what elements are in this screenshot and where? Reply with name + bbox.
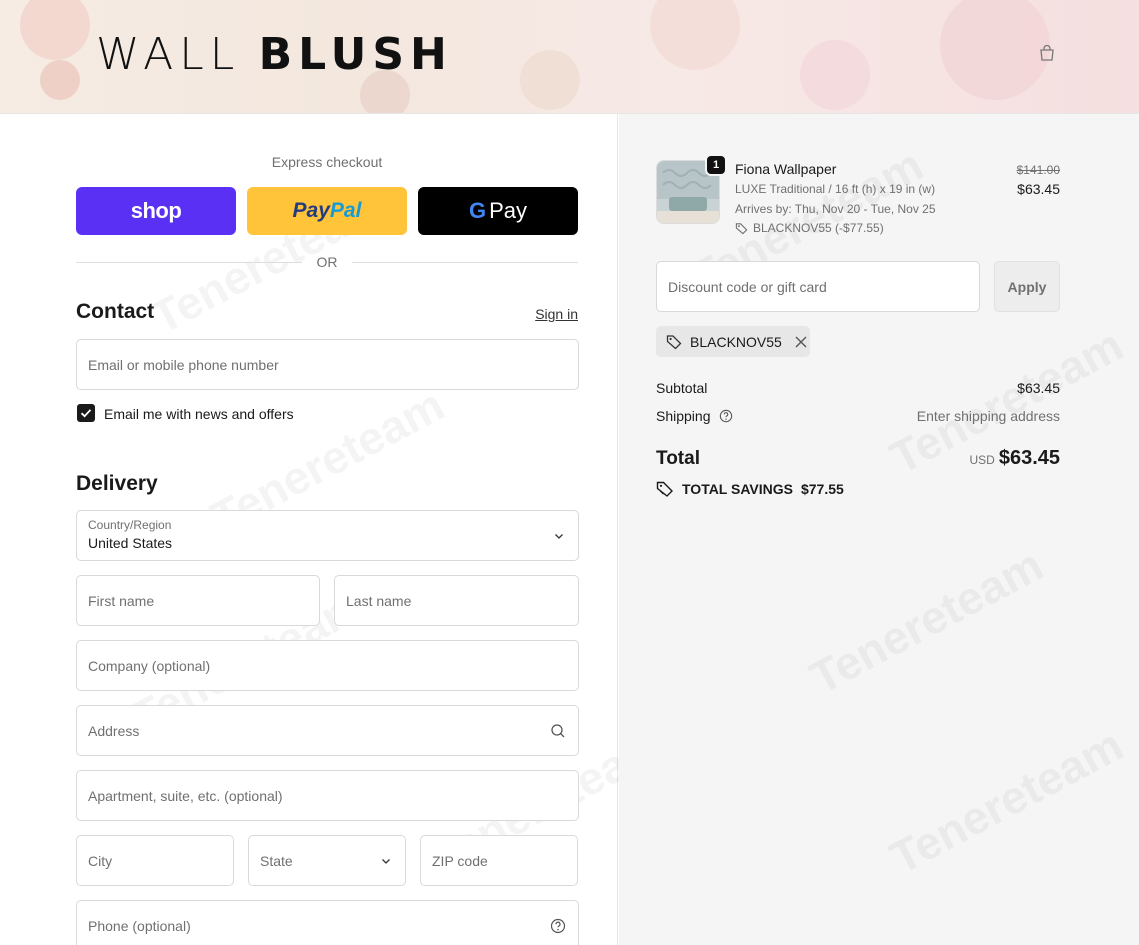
floral-decoration: [20, 0, 90, 60]
item-discount: BLACKNOV55 (-$77.55): [735, 221, 884, 235]
address-placeholder: Address: [88, 722, 140, 739]
city-placeholder: City: [88, 852, 113, 869]
total-savings: TOTAL SAVINGS $77.55: [656, 480, 844, 498]
currency-code: USD: [969, 453, 995, 467]
last-name-field[interactable]: Last name: [334, 575, 579, 626]
first-name-field[interactable]: First name: [76, 575, 320, 626]
zip-placeholder: ZIP code: [432, 852, 488, 869]
shipping-value: Enter shipping address: [916, 408, 1060, 424]
discount-placeholder: Discount code or gift card: [668, 278, 827, 295]
phone-field[interactable]: Phone (optional): [76, 900, 579, 945]
address-field[interactable]: Address: [76, 705, 579, 756]
state-placeholder: State: [260, 852, 293, 869]
watermark: Tenereteam: [801, 537, 1051, 704]
country-label: Country/Region: [88, 518, 172, 532]
shop-pay-button[interactable]: shop: [76, 187, 236, 235]
total-value: $63.45: [998, 447, 1060, 469]
discount-code-input[interactable]: Discount code or gift card: [656, 261, 980, 312]
email-field[interactable]: Email or mobile phone number: [76, 339, 579, 390]
shipping-label: Shipping: [656, 408, 711, 424]
product-price: $63.45: [1017, 181, 1060, 197]
apply-button[interactable]: Apply: [994, 261, 1060, 312]
google-pay-label: Pay: [489, 198, 528, 223]
total-amount: USD $63.45: [860, 447, 1060, 470]
brand-logo[interactable]: WALL BLUSH: [96, 28, 453, 81]
item-discount-text: BLACKNOV55 (-$77.55): [753, 221, 884, 235]
product-name: Fiona Wallpaper: [735, 161, 837, 177]
order-summary: Tenereteam Tenereteam Tenereteam Teneret…: [619, 114, 1139, 945]
country-value: United States: [88, 535, 173, 551]
paypal-button[interactable]: Pay Pal: [247, 187, 407, 235]
first-name-placeholder: First name: [88, 592, 155, 609]
apartment-field[interactable]: Apartment, suite, etc. (optional): [76, 770, 579, 821]
google-pay-button[interactable]: G Pay: [418, 187, 578, 235]
email-placeholder: Email or mobile phone number: [88, 356, 279, 373]
shop-pay-label: shop: [130, 198, 182, 223]
state-select[interactable]: State: [248, 835, 406, 886]
newsletter-checkbox[interactable]: [77, 404, 95, 422]
company-placeholder: Company (optional): [88, 657, 211, 674]
chevron-down-icon: [382, 859, 390, 864]
tag-icon: [656, 481, 673, 497]
watermark: Tenereteam: [881, 717, 1131, 884]
tag-icon: [666, 334, 682, 349]
help-circle-icon[interactable]: [719, 409, 733, 423]
subtotal-value: $63.45: [1017, 380, 1060, 396]
apartment-placeholder: Apartment, suite, etc. (optional): [88, 787, 283, 804]
paypal-label-part1: Pay: [292, 199, 330, 222]
chevron-down-icon: [555, 534, 563, 539]
total-label: Total: [656, 448, 700, 469]
or-divider: OR: [76, 253, 578, 273]
contact-title: Contact: [76, 300, 155, 323]
arrival-estimate: Arrives by: Thu, Nov 20 - Tue, Nov 25: [735, 202, 936, 216]
floral-decoration: [800, 40, 870, 110]
floral-decoration: [520, 50, 580, 110]
subtotal-label: Subtotal: [656, 380, 708, 396]
last-name-placeholder: Last name: [346, 592, 412, 609]
sign-in-link[interactable]: Sign in: [510, 306, 578, 322]
shipping-row: Shipping: [656, 408, 733, 424]
check-icon: [80, 409, 92, 418]
applied-discount-chip: BLACKNOV55: [656, 326, 810, 357]
zip-field[interactable]: ZIP code: [420, 835, 578, 886]
country-select[interactable]: Country/Region United States: [76, 510, 579, 561]
logo-bold-text: BLUSH: [258, 29, 453, 80]
logo-thin-text: WALL: [96, 29, 241, 80]
google-g-icon: G: [468, 198, 487, 223]
savings-value: $77.55: [800, 481, 844, 497]
or-label: OR: [316, 254, 338, 270]
bag-icon[interactable]: [1038, 44, 1056, 62]
product-variant: LUXE Traditional / 16 ft (h) x 19 in (w): [735, 182, 936, 196]
express-checkout-label: Express checkout: [271, 154, 383, 170]
delivery-title: Delivery: [76, 472, 158, 495]
city-field[interactable]: City: [76, 835, 234, 886]
paypal-label-part2: Pal: [329, 199, 362, 222]
close-icon[interactable]: [794, 335, 808, 349]
applied-discount-code: BLACKNOV55: [690, 333, 782, 350]
newsletter-label: Email me with news and offers: [104, 406, 294, 422]
savings-label: TOTAL SAVINGS: [682, 481, 793, 497]
help-circle-icon[interactable]: [550, 918, 566, 934]
checkout-form: Tenereteam Tenereteam Tenereteam Teneret…: [0, 114, 672, 945]
floral-decoration: [940, 0, 1050, 100]
quantity-badge: 1: [705, 154, 727, 176]
floral-decoration: [40, 60, 80, 100]
tag-icon: [735, 222, 748, 234]
original-price: $141.00: [1016, 163, 1060, 177]
company-field[interactable]: Company (optional): [76, 640, 579, 691]
phone-placeholder: Phone (optional): [88, 917, 191, 934]
header: WALL BLUSH: [0, 0, 1139, 114]
search-icon[interactable]: [550, 723, 566, 739]
floral-decoration: [650, 0, 740, 70]
